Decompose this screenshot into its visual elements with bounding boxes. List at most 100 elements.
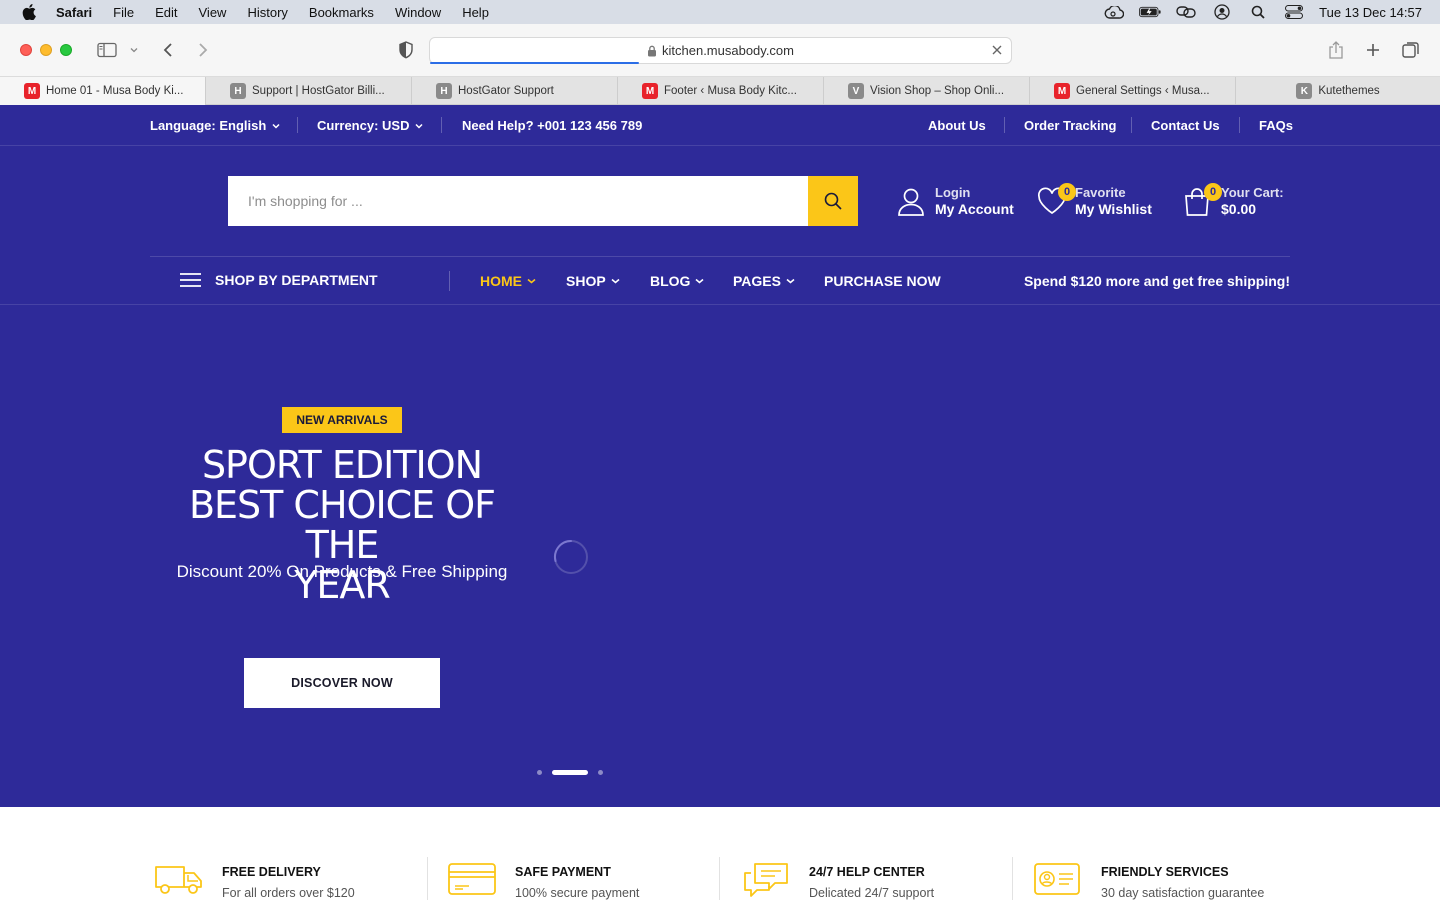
browser-tab-6[interactable]: M General Settings ‹ Musa... [1030,77,1236,105]
cart-link[interactable]: 0 Your Cart: $0.00 [1183,182,1284,218]
zoom-window-button[interactable] [60,44,72,56]
wishlist-link[interactable]: 0 Favorite My Wishlist [1037,182,1152,218]
window-controls [20,44,72,56]
tab-title: Kutethemes [1318,85,1380,97]
apple-menu-icon[interactable] [22,4,36,20]
nav-shop[interactable]: SHOP [566,273,620,289]
nav-blog[interactable]: BLOG [650,273,704,289]
new-arrivals-badge: NEW ARRIVALS [282,407,402,433]
topbar-divider [1131,117,1132,133]
faqs-link[interactable]: FAQs [1259,118,1293,133]
order-tracking-link[interactable]: Order Tracking [1024,118,1116,133]
nav-divider [449,271,450,291]
browser-tab-2[interactable]: H Support | HostGator Billi... [206,77,412,105]
language-selector[interactable]: Language: English [150,118,280,133]
menu-help[interactable]: Help [462,5,489,20]
discover-now-button[interactable]: DISCOVER NOW [244,658,440,708]
slider-pagination [537,770,603,775]
close-window-button[interactable] [20,44,32,56]
menu-history[interactable]: History [247,5,287,20]
sidebar-toggle-icon[interactable] [97,40,117,60]
back-button-icon[interactable] [163,40,173,60]
slider-dot[interactable] [537,770,542,775]
musa-favicon-icon: M [1054,83,1070,99]
currency-selector[interactable]: Currency: USD [317,118,423,133]
free-shipping-promo: Spend $120 more and get free shipping! [1023,273,1290,289]
chevron-down-icon [786,278,795,284]
chevron-down-icon [415,123,423,129]
slider-dot[interactable] [552,770,588,775]
share-icon[interactable] [1328,40,1344,60]
stop-loading-icon[interactable] [991,44,1003,56]
site-header-and-hero: Language: English Currency: USD Need Hel… [0,105,1440,807]
shopping-bag-icon: 0 [1183,182,1222,217]
battery-icon[interactable] [1139,5,1161,19]
nav-home[interactable]: HOME [480,273,536,289]
nav-pages[interactable]: PAGES [733,273,795,289]
search-button[interactable] [808,176,858,226]
main-navigation: SHOP BY DEPARTMENT HOME SHOP BLOG PAGES … [0,257,1440,305]
minimize-window-button[interactable] [40,44,52,56]
new-tab-icon[interactable] [1365,40,1381,60]
lock-icon [647,45,657,57]
feature-title: SAFE PAYMENT [515,865,611,879]
feature-desc: For all orders over $120 [222,886,355,900]
creative-cloud-icon[interactable] [1103,5,1125,19]
feature-help-center: 24/7 HELP CENTER Delicated 24/7 support [741,857,934,900]
about-us-link[interactable]: About Us [928,118,986,133]
browser-tab-4[interactable]: M Footer ‹ Musa Body Kitc... [618,77,824,105]
feature-friendly-services: FRIENDLY SERVICES 30 day satisfaction gu… [1033,857,1264,900]
hero-title-line2: BEST CHOICE OF THE [188,483,496,567]
browser-tab-1[interactable]: M Home 01 - Musa Body Ki... [0,77,206,105]
truck-icon [154,861,204,897]
chevron-down-icon[interactable] [130,40,138,60]
loading-spinner-icon [553,539,589,575]
browser-tab-7[interactable]: K Kutethemes [1236,77,1440,105]
menu-view[interactable]: View [199,5,227,20]
feature-title: FREE DELIVERY [222,865,321,879]
control-center-icon[interactable] [1283,5,1305,19]
account-link[interactable]: Login My Account [897,185,1014,218]
menu-app-name[interactable]: Safari [56,5,92,20]
feature-title: 24/7 HELP CENTER [809,865,925,879]
browser-tab-3[interactable]: H HostGator Support [412,77,618,105]
browser-tab-5[interactable]: V Vision Shop – Shop Onli... [824,77,1030,105]
user-account-icon[interactable] [1211,4,1233,20]
slider-dot[interactable] [598,770,603,775]
forward-button-icon[interactable] [198,40,208,60]
feature-divider [427,857,428,900]
features-bar: FREE DELIVERY For all orders over $120 S… [0,857,1440,900]
search-input[interactable] [228,176,808,226]
wishlist-label: My Wishlist [1075,201,1152,217]
help-phone[interactable]: Need Help? +001 123 456 789 [462,118,642,133]
nav-shop-label: SHOP [566,273,606,289]
tab-title: Support | HostGator Billi... [252,85,385,97]
contact-us-link[interactable]: Contact Us [1151,118,1220,133]
user-icon [897,187,927,217]
menu-bookmarks[interactable]: Bookmarks [309,5,374,20]
menu-file[interactable]: File [113,5,134,20]
account-label: My Account [935,201,1014,217]
address-bar[interactable]: kitchen.musabody.com [429,37,1012,64]
hero-title-line1: SPORT EDITION [201,443,483,487]
page-load-progress [430,62,640,64]
feature-free-delivery: FREE DELIVERY For all orders over $120 [154,857,355,900]
menu-edit[interactable]: Edit [155,5,177,20]
chevron-down-icon [611,278,620,284]
menu-window[interactable]: Window [395,5,441,20]
tab-overview-icon[interactable] [1402,40,1420,60]
currency-label: Currency: USD [317,118,410,133]
shop-by-department-button[interactable]: SHOP BY DEPARTMENT [180,272,378,288]
nav-purchase-now[interactable]: PURCHASE NOW [824,273,941,289]
spotlight-search-icon[interactable] [1247,5,1269,19]
chevron-down-icon [695,278,704,284]
feature-desc: 100% secure payment [515,886,640,900]
privacy-shield-icon[interactable] [398,40,414,60]
menubar-clock[interactable]: Tue 13 Dec 14:57 [1319,5,1422,20]
topbar-divider [297,117,298,133]
hamburger-menu-icon [180,273,201,287]
link-icon[interactable] [1175,5,1197,19]
account-login-label: Login [935,185,971,200]
feature-title: FRIENDLY SERVICES [1101,865,1229,879]
chat-icon [741,861,791,897]
